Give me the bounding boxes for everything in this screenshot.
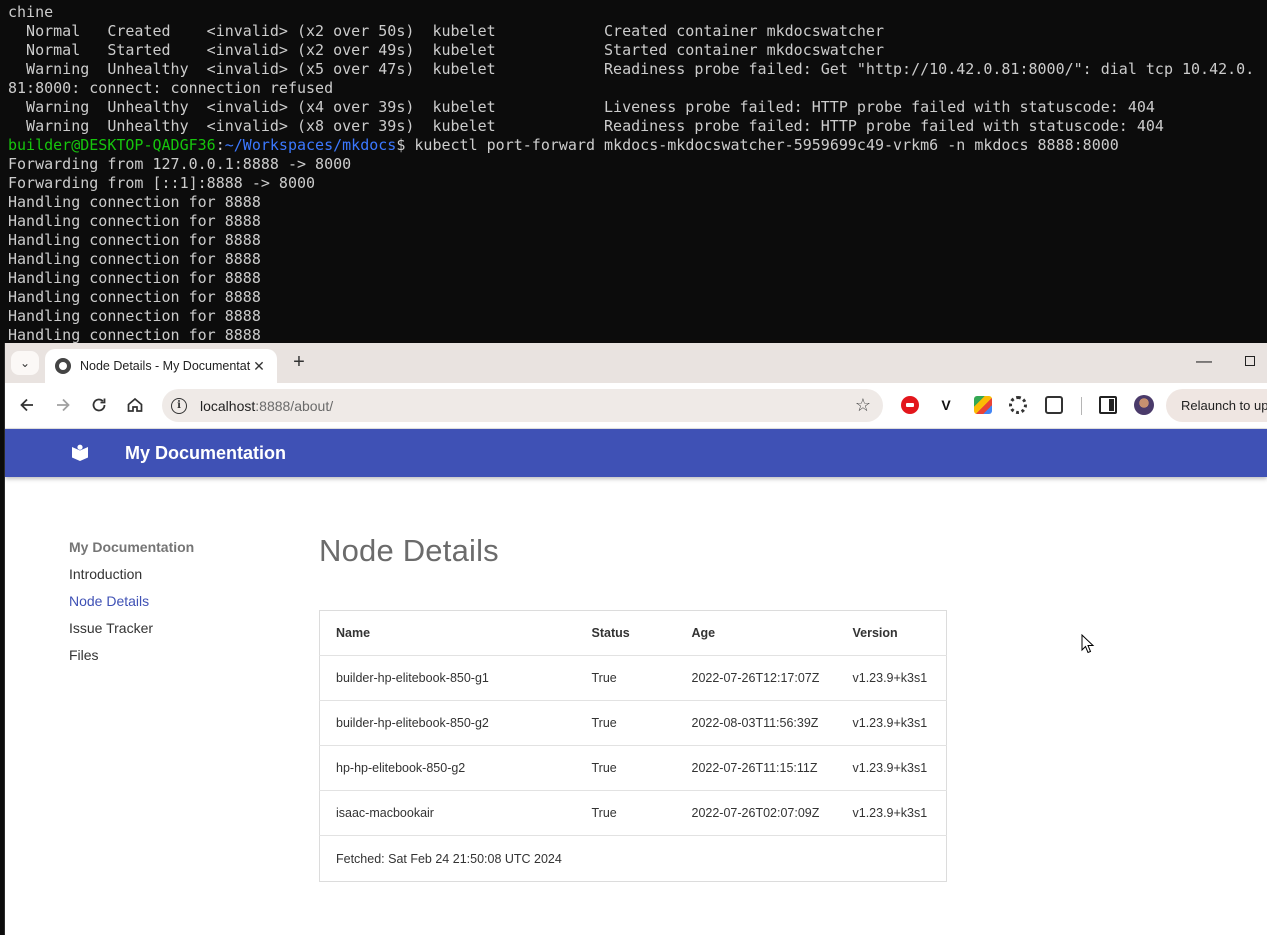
table-row: isaac-macbookair True 2022-07-26T02:07:0…	[319, 790, 947, 836]
col-header-status: Status	[575, 610, 676, 656]
tab-search-icon[interactable]: ⌄	[11, 351, 39, 375]
cell-name: isaac-macbookair	[319, 790, 576, 836]
browser-window: ⌄ Node Details - My Documentation ✕ + — …	[4, 343, 1267, 935]
cell-version: v1.23.9+k3s1	[836, 655, 947, 701]
prompt-user: builder@DESKTOP-QADGF36	[8, 136, 216, 154]
page-content: My Documentation My Documentation Introd…	[5, 429, 1267, 935]
table-row: builder-hp-elitebook-850-g2 True 2022-08…	[319, 700, 947, 746]
side-panel-icon[interactable]	[1099, 396, 1117, 414]
url-path: :8888/about/	[255, 397, 334, 414]
forward-arrow-icon[interactable]	[53, 395, 73, 415]
cell-status: True	[575, 790, 676, 836]
terminal-output-line: Handling connection for 8888	[8, 307, 261, 325]
table-header-row: Name Status Age Version	[319, 610, 947, 656]
col-header-age: Age	[675, 610, 837, 656]
bookmark-star-icon[interactable]: ☆	[855, 395, 871, 416]
fetched-timestamp: Fetched: Sat Feb 24 21:50:08 UTC 2024	[336, 851, 562, 866]
terminal-line: Normal Started <invalid> (x2 over 49s) k…	[8, 41, 884, 59]
site-header: My Documentation	[5, 429, 1267, 477]
terminal-line: 81:8000: connect: connection refused	[8, 79, 334, 97]
terminal-output-line: Forwarding from 127.0.0.1:8888 -> 8000	[8, 155, 352, 173]
cell-version: v1.23.9+k3s1	[836, 745, 947, 791]
prompt-path: ~/Workspaces/mkdocs	[224, 136, 397, 154]
terminal-window[interactable]: chine Normal Created <invalid> (x2 over …	[0, 0, 1267, 343]
mouse-cursor-icon	[1081, 634, 1095, 654]
terminal-output-line: Handling connection for 8888	[8, 212, 261, 230]
maximize-icon[interactable]	[1245, 356, 1255, 366]
tab-title: Node Details - My Documentation	[80, 359, 251, 373]
tab-node-details[interactable]: Node Details - My Documentation ✕	[45, 349, 277, 383]
vue-extension-icon[interactable]: V	[937, 396, 955, 414]
relaunch-button[interactable]: Relaunch to update	[1166, 389, 1267, 422]
favicon-icon	[55, 358, 71, 374]
tab-close-icon[interactable]: ✕	[251, 358, 267, 375]
toolbar-divider	[1081, 397, 1082, 415]
table-footer-row: Fetched: Sat Feb 24 21:50:08 UTC 2024	[320, 836, 947, 882]
page-title: Node Details	[319, 533, 499, 568]
address-bar[interactable]: i localhost:8888/about/ ☆	[162, 389, 883, 422]
terminal-line: chine	[8, 3, 54, 21]
home-icon[interactable]	[125, 395, 145, 415]
cell-status: True	[575, 700, 676, 746]
back-arrow-icon[interactable]	[17, 395, 37, 415]
terminal-output-line: Handling connection for 8888	[8, 193, 261, 211]
cell-version: v1.23.9+k3s1	[836, 790, 947, 836]
minimize-icon[interactable]: —	[1196, 353, 1212, 371]
nav-item-issue-tracker[interactable]: Issue Tracker	[69, 620, 289, 647]
nav-title: My Documentation	[69, 539, 195, 555]
terminal-line: Normal Created <invalid> (x2 over 50s) k…	[8, 22, 884, 40]
cell-name: builder-hp-elitebook-850-g1	[319, 655, 576, 701]
cell-age: 2022-08-03T11:56:39Z	[675, 700, 837, 746]
profile-avatar[interactable]	[1134, 395, 1154, 415]
terminal-output-line: Handling connection for 8888	[8, 250, 261, 268]
terminal-line: Warning Unhealthy <invalid> (x8 over 39s…	[8, 117, 1164, 135]
nav-item-files[interactable]: Files	[69, 647, 289, 674]
col-header-name: Name	[319, 610, 576, 656]
cell-name: builder-hp-elitebook-850-g2	[319, 700, 576, 746]
cell-age: 2022-07-26T02:07:09Z	[675, 790, 837, 836]
gear-extension-icon[interactable]	[1009, 396, 1027, 414]
tab-strip: ⌄ Node Details - My Documentation ✕ + —	[5, 343, 1267, 383]
terminal-line: Warning Unhealthy <invalid> (x5 over 47s…	[8, 60, 1255, 78]
col-header-version: Version	[836, 610, 947, 656]
nav-item-node-details[interactable]: Node Details	[69, 593, 289, 620]
terminal-output-line: Handling connection for 8888	[8, 288, 261, 306]
prompt-command: $ kubectl port-forward mkdocs-mkdocswatc…	[396, 136, 1119, 154]
cell-version: v1.23.9+k3s1	[836, 700, 947, 746]
new-tab-button[interactable]: +	[288, 352, 310, 374]
sidebar-nav: My Documentation Introduction Node Detai…	[69, 539, 289, 674]
reload-icon[interactable]	[89, 395, 109, 415]
adblock-extension-icon[interactable]	[901, 396, 919, 414]
colorpicker-extension-icon[interactable]	[974, 396, 992, 414]
terminal-output-line: Handling connection for 8888	[8, 269, 261, 287]
cell-age: 2022-07-26T12:17:07Z	[675, 655, 837, 701]
table-row: builder-hp-elitebook-850-g1 True 2022-07…	[319, 655, 947, 701]
nav-item-introduction[interactable]: Introduction	[69, 566, 289, 593]
cell-status: True	[575, 745, 676, 791]
terminal-prompt-line: builder@DESKTOP-QADGF36:~/Workspaces/mkd…	[8, 136, 1267, 155]
terminal-output-line: Handling connection for 8888	[8, 231, 261, 249]
cell-status: True	[575, 655, 676, 701]
node-table: Name Status Age Version builder-hp-elite…	[319, 610, 947, 882]
url-text[interactable]: localhost:8888/about/	[200, 398, 333, 414]
cell-age: 2022-07-26T11:15:11Z	[675, 745, 837, 791]
book-logo-icon[interactable]	[71, 444, 89, 462]
browser-toolbar: i localhost:8888/about/ ☆ V Relaunch to …	[5, 383, 1267, 429]
terminal-output-line: Handling connection for 8888	[8, 326, 261, 343]
terminal-line: Warning Unhealthy <invalid> (x4 over 39s…	[8, 98, 1155, 116]
cell-name: hp-hp-elitebook-850-g2	[319, 745, 576, 791]
extensions-puzzle-icon[interactable]	[1045, 396, 1063, 414]
url-host: localhost	[200, 397, 256, 414]
prompt-separator: :	[215, 136, 225, 154]
terminal-output-line: Forwarding from [::1]:8888 -> 8000	[8, 174, 316, 192]
site-title[interactable]: My Documentation	[125, 443, 286, 464]
site-info-icon[interactable]: i	[171, 397, 187, 414]
table-row: hp-hp-elitebook-850-g2 True 2022-07-26T1…	[319, 745, 947, 791]
